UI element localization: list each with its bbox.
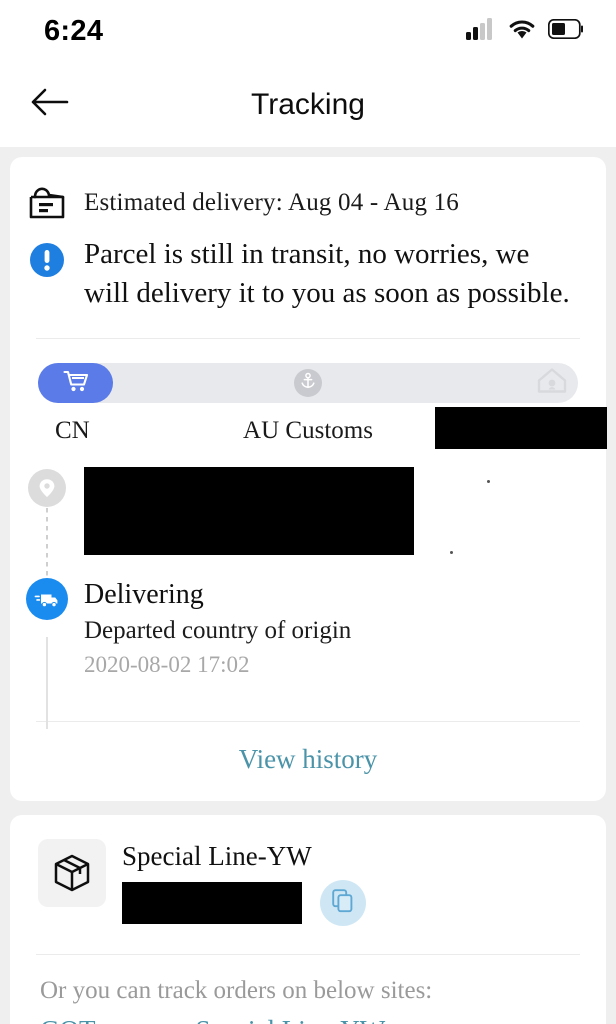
timeline-item: Delivering Departed country of origin 20… xyxy=(10,578,606,678)
status-message: Parcel is still in transit, no worries, … xyxy=(84,238,570,309)
anchor-icon xyxy=(299,372,317,395)
timeline-item-body xyxy=(84,467,606,560)
status-icons xyxy=(466,17,584,45)
timeline-item xyxy=(10,467,606,560)
app-header: Tracking xyxy=(0,62,616,147)
copy-icon xyxy=(332,888,354,918)
package-open-icon xyxy=(10,183,84,223)
timeline-entry-redacted xyxy=(84,467,414,556)
progress-labels: CN AU Customs xyxy=(38,407,607,451)
tracking-number-redacted xyxy=(122,882,302,925)
progress-label-destination-redacted xyxy=(435,407,607,450)
status-message-row: Parcel is still in transit, no worries, … xyxy=(10,223,606,312)
status-time: 6:24 xyxy=(44,14,104,47)
home-icon xyxy=(536,366,568,401)
delivery-truck-icon xyxy=(26,578,68,621)
carrier-details: Special Line-YW xyxy=(106,839,606,927)
home-stage xyxy=(536,366,568,401)
progress-fill xyxy=(38,363,113,404)
progress-track-wrapper: CN AU Customs xyxy=(10,339,607,451)
timeline-item-subtitle: Departed country of origin xyxy=(84,617,352,645)
timeline-solid-connector xyxy=(46,637,48,730)
progress-label-customs: AU Customs xyxy=(243,417,373,445)
carrier-name: Special Line-YW xyxy=(122,841,312,872)
timeline-item-time: 2020-08-02 17:02 xyxy=(84,652,250,678)
carrier-card: Special Line-YW Or you can track orders … xyxy=(10,815,606,1024)
battery-icon xyxy=(547,18,584,44)
progress-label-origin: CN xyxy=(55,417,90,445)
status-bar: 6:24 xyxy=(0,0,616,62)
delivery-card: Estimated delivery: Aug 04 - Aug 16 Parc… xyxy=(10,157,607,802)
page-title: Tracking xyxy=(251,87,365,121)
estimated-delivery-label: Estimated delivery: Aug 04 - Aug 16 xyxy=(84,189,460,216)
other-sites-links: GOT Special Line-YW xyxy=(10,1005,606,1024)
package-box-icon xyxy=(38,839,106,908)
tracking-number-row xyxy=(122,880,606,927)
timeline-item-body: Delivering Departed country of origin 20… xyxy=(84,578,606,678)
artifact-speck xyxy=(487,480,490,483)
progress-track xyxy=(38,363,578,404)
artifact-speck xyxy=(450,551,453,554)
timeline-dotted-connector xyxy=(46,508,48,577)
wifi-icon xyxy=(507,18,537,45)
location-pin-icon xyxy=(28,469,66,508)
other-sites-note: Or you can track orders on below sites: xyxy=(40,977,433,1005)
timeline-item-title: Delivering xyxy=(84,579,204,611)
view-history-button[interactable]: View history xyxy=(10,722,606,801)
tracking-screen: 6:24 Tracking Estimated delivery: Aug 04… xyxy=(0,0,616,1024)
timeline-marker-active xyxy=(10,578,84,621)
shopping-cart-icon xyxy=(62,369,89,398)
carrier-row: Special Line-YW xyxy=(10,815,606,927)
back-button[interactable] xyxy=(26,82,72,128)
back-arrow-icon xyxy=(29,85,69,124)
cellular-signal-icon xyxy=(466,17,496,45)
info-exclamation-icon xyxy=(10,235,84,278)
timeline-marker-inactive xyxy=(10,469,84,508)
anchor-stage xyxy=(294,369,322,398)
copy-tracking-number-button[interactable] xyxy=(320,880,366,927)
site-link-got[interactable]: GOT xyxy=(40,1015,96,1024)
tracking-timeline: Delivering Departed country of origin 20… xyxy=(10,451,606,730)
estimated-delivery-row: Estimated delivery: Aug 04 - Aug 16 xyxy=(10,157,606,223)
site-link-special-line-yw[interactable]: Special Line-YW xyxy=(196,1015,386,1024)
